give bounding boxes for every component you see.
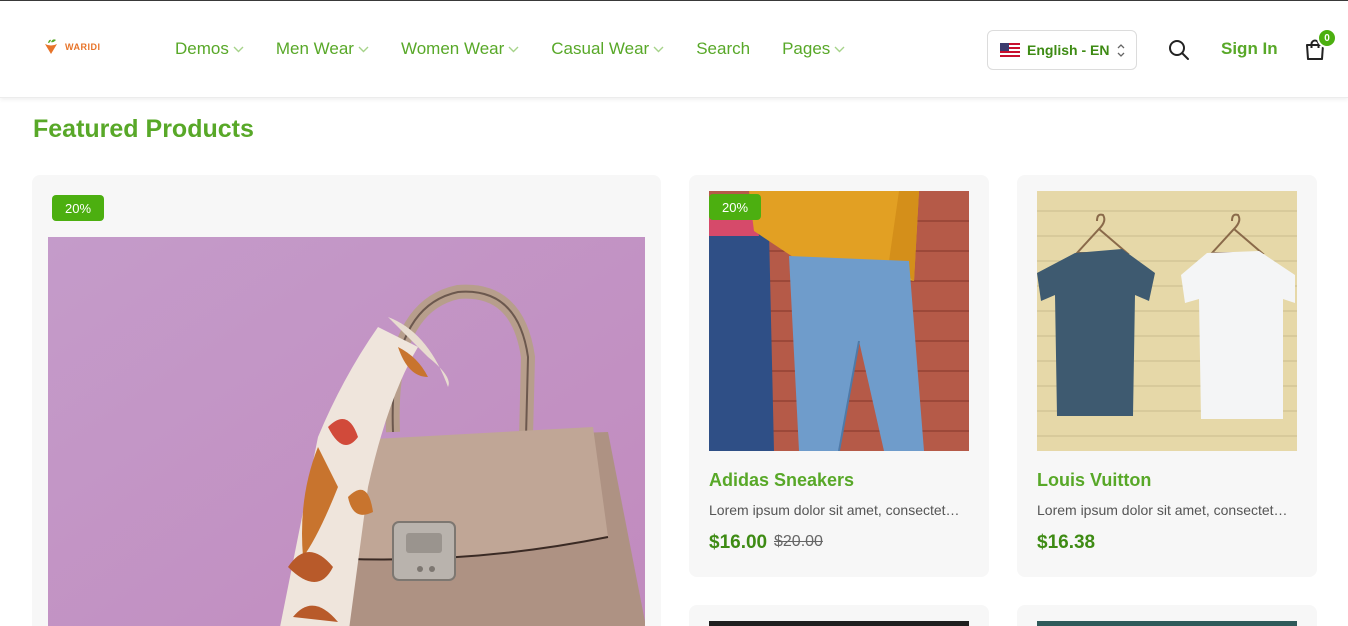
logo[interactable]: WARIDI — [42, 38, 101, 56]
product-title[interactable]: Adidas Sneakers — [709, 470, 854, 491]
product-image-partial — [1037, 621, 1297, 626]
nav-demos-label: Demos — [175, 39, 229, 58]
product-image-handbag[interactable] — [48, 237, 645, 626]
product-card-louis-vuitton[interactable]: Louis Vuitton Lorem ipsum dolor sit amet… — [1017, 175, 1317, 577]
discount-badge: 20% — [52, 195, 104, 221]
chevron-down-icon — [233, 46, 244, 52]
product-title[interactable]: Louis Vuitton — [1037, 470, 1151, 491]
product-description: Lorem ipsum dolor sit amet, consectetur … — [1037, 502, 1292, 518]
cart-count-badge: 0 — [1317, 28, 1337, 48]
nav-pages-label: Pages — [782, 39, 831, 58]
product-card-adidas[interactable]: 20% Adidas Sneakers Lorem ipsum dolor si… — [689, 175, 989, 577]
site-header: WARIDI Demos Men Wear Women Wear Casual … — [0, 1, 1348, 98]
product-image-partial — [709, 621, 969, 626]
tshirts-on-hangers-image — [1037, 191, 1297, 451]
chevron-updown-icon — [1117, 44, 1125, 57]
product-old-price: $20.00 — [774, 533, 823, 550]
product-price: $16.00 — [709, 532, 768, 553]
product-card-partial[interactable] — [689, 605, 989, 626]
sign-in-link[interactable]: Sign In — [1221, 39, 1278, 59]
nav-demos[interactable]: Demos — [175, 39, 244, 59]
product-description: Lorem ipsum dolor sit amet, consectetur … — [709, 502, 964, 518]
logo-text: WARIDI — [65, 42, 101, 52]
nav-casual-wear[interactable]: Casual Wear — [551, 39, 664, 59]
nav-men-wear-label: Men Wear — [275, 39, 354, 58]
nav-women-wear-label: Women Wear — [400, 39, 505, 58]
nav-search-label: Search — [696, 39, 751, 58]
product-image-adidas[interactable] — [709, 191, 969, 451]
product-card-featured[interactable]: 20% — [32, 175, 661, 626]
chevron-down-icon — [653, 46, 664, 52]
nav-women-wear[interactable]: Women Wear — [401, 39, 519, 59]
language-label: English - EN — [1027, 42, 1110, 58]
search-icon[interactable] — [1167, 38, 1191, 62]
nav-casual-wear-label: Casual Wear — [551, 39, 650, 58]
product-price: $16.38 — [1037, 532, 1096, 553]
chevron-down-icon — [834, 46, 845, 52]
main-nav: Demos Men Wear Women Wear Casual Wear Se… — [175, 39, 877, 59]
language-select[interactable]: English - EN — [987, 30, 1137, 70]
nav-pages[interactable]: Pages — [782, 39, 845, 59]
nav-search[interactable]: Search — [696, 39, 750, 59]
logo-leaf-icon — [45, 39, 57, 54]
us-flag-icon — [1000, 43, 1020, 57]
jeans-couple-image — [709, 191, 969, 451]
section-title: Featured Products — [33, 115, 254, 143]
handbag-image — [48, 237, 645, 626]
product-card-partial[interactable] — [1017, 605, 1317, 626]
product-image-louis-vuitton[interactable] — [1037, 191, 1297, 451]
chevron-down-icon — [358, 46, 369, 52]
discount-badge: 20% — [709, 194, 761, 220]
nav-men-wear[interactable]: Men Wear — [276, 39, 369, 59]
chevron-down-icon — [508, 46, 519, 52]
